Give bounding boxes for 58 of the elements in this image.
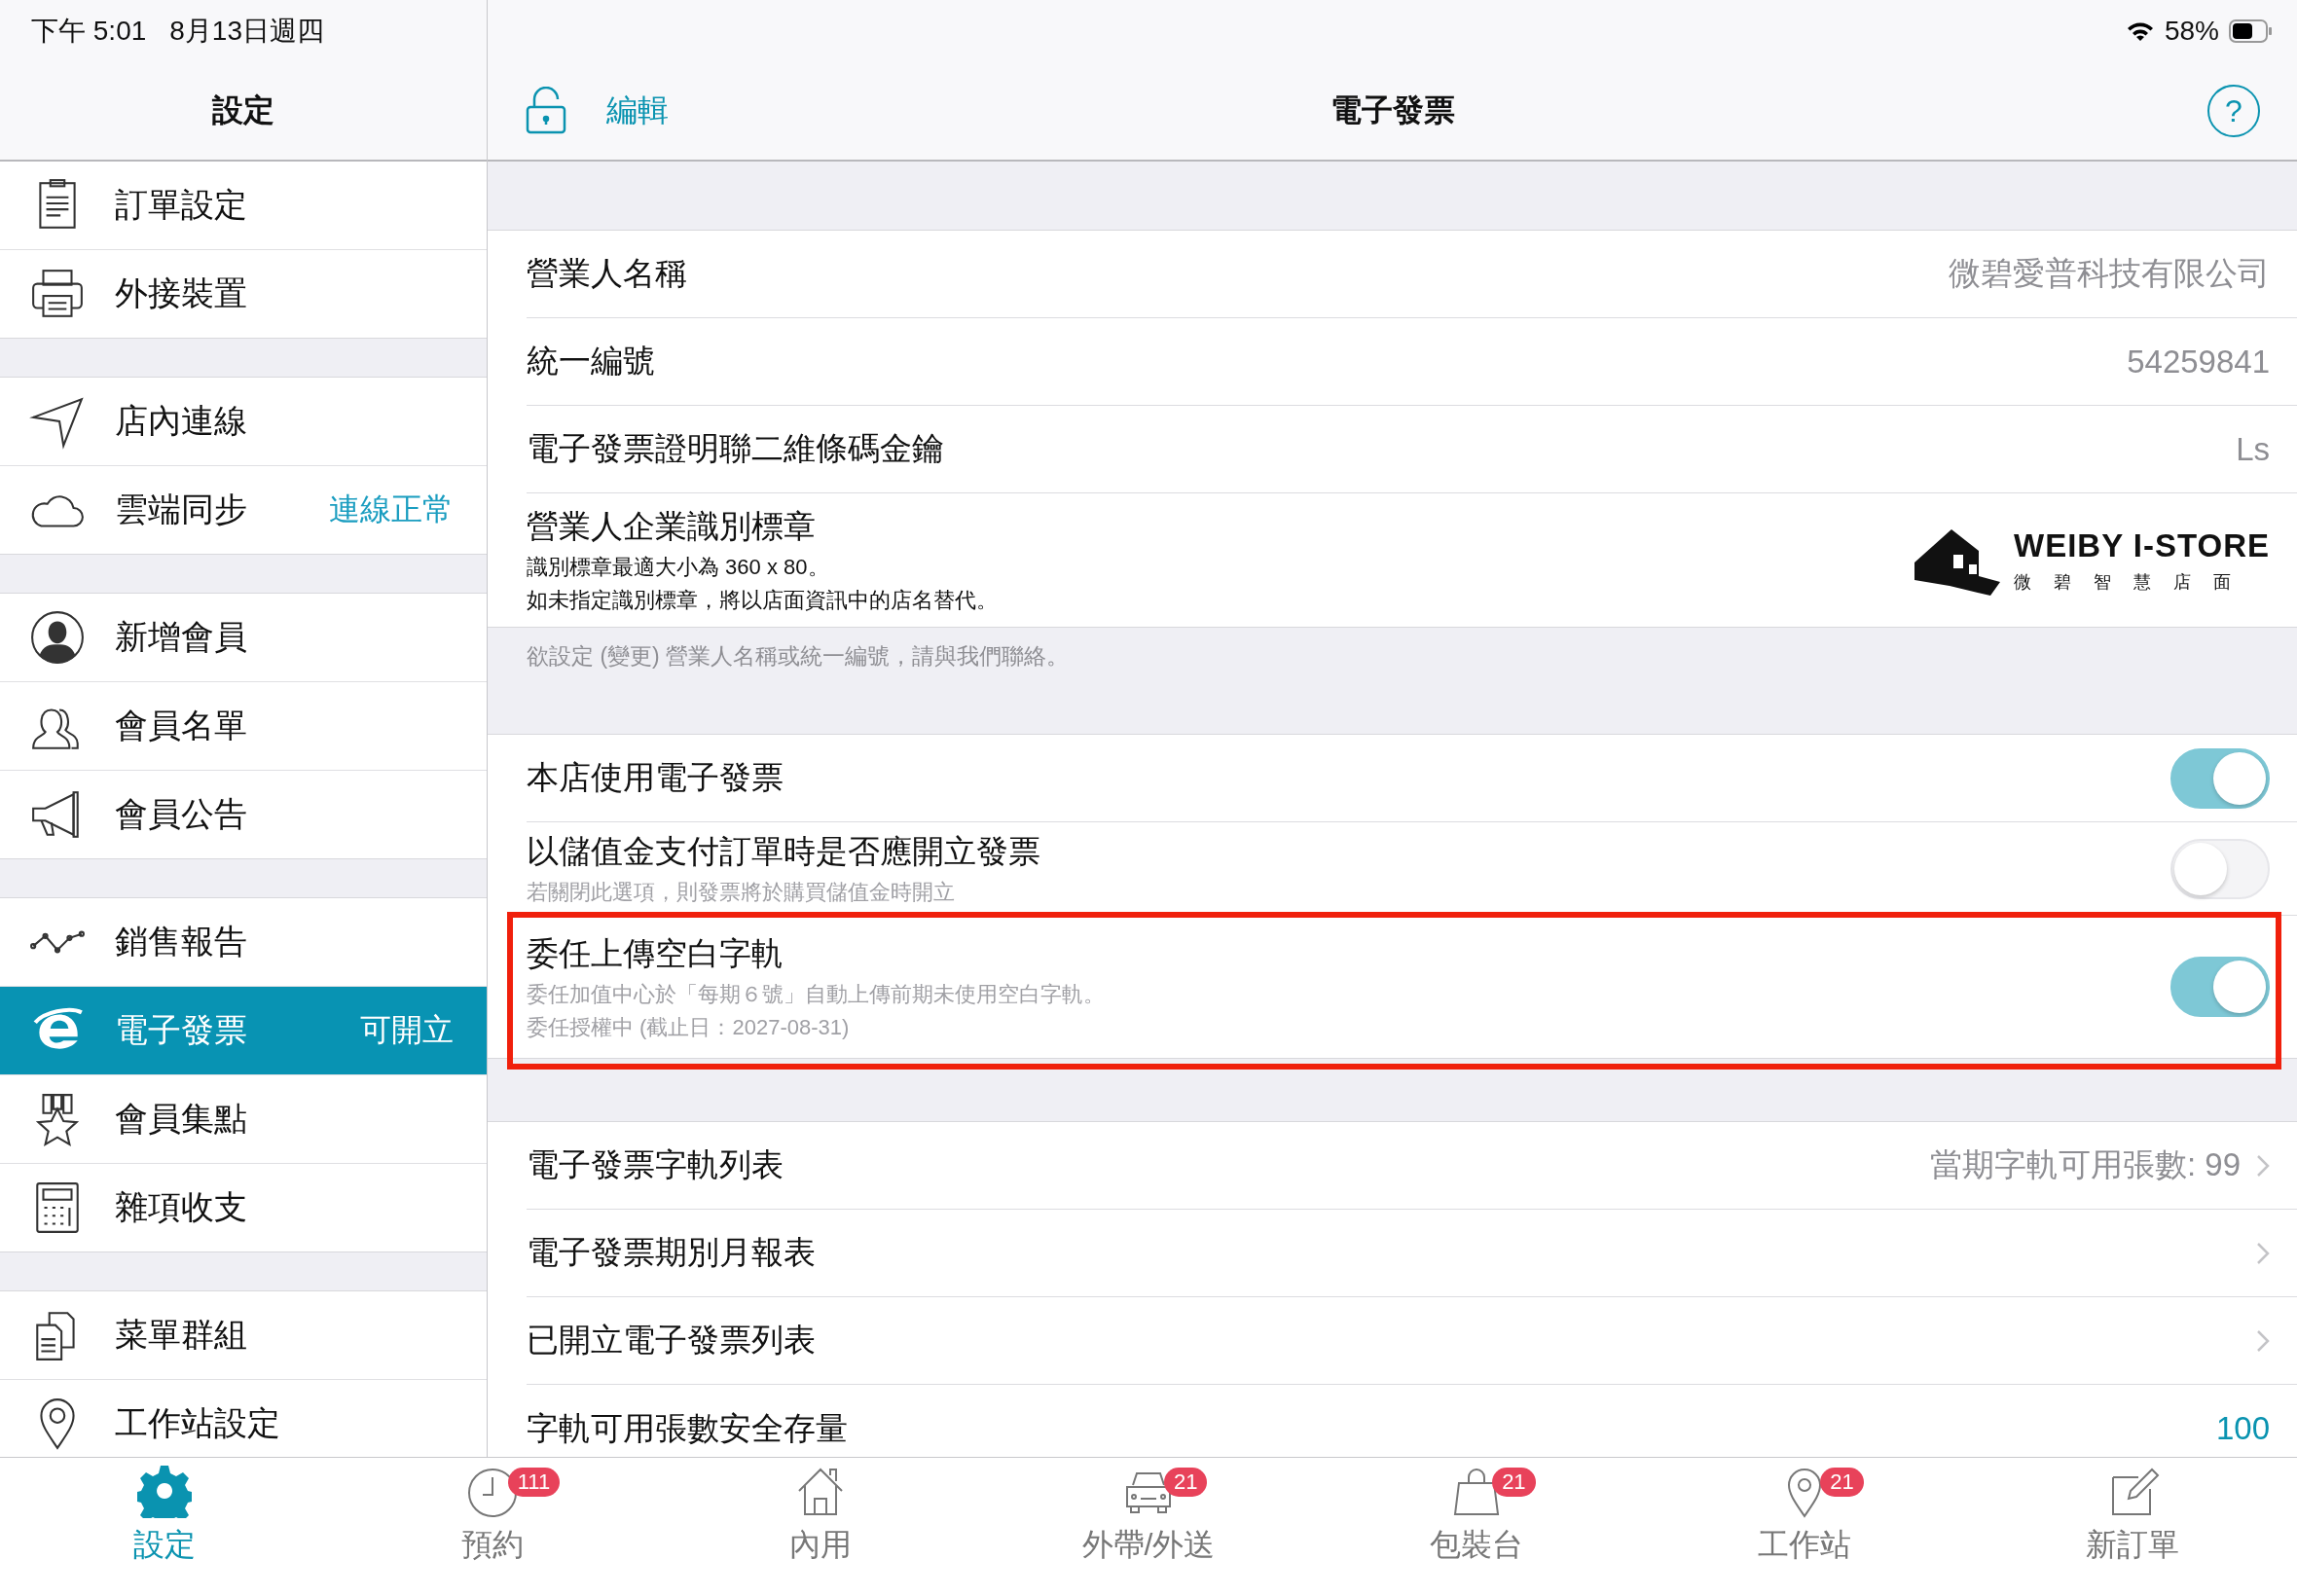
row-note: 若關閉此選項，則發票將於購買儲值金時開立: [527, 879, 956, 906]
chevron-icon[interactable]: [2256, 1153, 2270, 1178]
status-text: 可開立: [360, 1011, 455, 1049]
row-label: 字軌可用張數安全存量: [527, 1408, 849, 1448]
row-value: 微碧愛普科技有限公司: [1949, 254, 2270, 293]
tab-item[interactable]: 21 包裝台: [1312, 1458, 1641, 1596]
row-value: 100: [2215, 1410, 2270, 1447]
row-note: 委任授權中 (截止日：2027-08-31): [527, 1013, 851, 1041]
row-label: 營業人名稱: [527, 254, 688, 293]
sidebar-item[interactable]: 外接裝置: [0, 250, 487, 338]
logo-title: WEIBY I-STORE: [2014, 526, 2270, 564]
logo-subtitle: 微碧智慧店面: [2014, 570, 2254, 594]
row-label: 本店使用電子發票: [527, 758, 784, 797]
count-badge: 21: [1492, 1468, 1536, 1497]
sidebar-item[interactable]: 雜項收支: [0, 1164, 487, 1251]
row-label: 電子發票期別月報表: [527, 1233, 817, 1272]
sidebar-item[interactable]: 新增會員: [0, 594, 487, 682]
section-footer: 欲設定 (變更) 營業人名稱或統一編號，請與我們聯絡。: [488, 628, 2297, 671]
sidebar-item[interactable]: 店內連線: [0, 378, 487, 466]
tab-item[interactable]: 21 外帶/外送: [984, 1458, 1313, 1596]
gear-icon: [136, 1464, 192, 1518]
status-date: 8月13日週四: [169, 15, 324, 48]
sidebar-item[interactable]: 電子發票 可開立: [0, 987, 487, 1075]
row-note: 識別標章最適大小為 360 x 80。: [527, 554, 830, 581]
sidebar-item[interactable]: 訂單設定: [0, 162, 487, 250]
sidebar-item[interactable]: 會員集點: [0, 1075, 487, 1164]
row-value: 當期字軌可用張數: 99: [1929, 1145, 2241, 1184]
row-label: 統一編號: [527, 342, 656, 381]
battery-percent: 58%: [2164, 16, 2219, 47]
row-value: Ls: [2236, 430, 2270, 468]
battery-icon: [2229, 19, 2274, 43]
chevron-icon[interactable]: [2256, 1241, 2270, 1265]
row-label: 以儲值金支付訂單時是否應開立發票: [527, 832, 1041, 871]
row-label: 已開立電子發票列表: [527, 1321, 817, 1360]
tab-item[interactable]: 21 工作站: [1640, 1458, 1969, 1596]
row-note: 委任加值中心於「每期６號」自動上傳前期未使用空白字軌。: [527, 980, 1106, 1008]
count-badge: 111: [507, 1468, 561, 1497]
row-note: 如未指定識別標章，將以店面資訊中的店名替代。: [527, 587, 999, 614]
sidebar-title: 設定: [211, 91, 275, 129]
count-badge: 21: [1820, 1468, 1864, 1497]
sidebar-item[interactable]: 會員名單: [0, 682, 487, 771]
count-badge: 21: [1164, 1468, 1208, 1497]
person-icon: [29, 609, 86, 666]
sidebar-item[interactable]: 菜單群組: [0, 1291, 487, 1380]
row-label: 電子發票字軌列表: [527, 1145, 784, 1184]
tab-item[interactable]: 內用: [656, 1458, 985, 1596]
chevron-icon[interactable]: [2256, 1328, 2270, 1353]
status-text: 連線正常: [329, 490, 455, 528]
tab-item[interactable]: 新訂單: [1968, 1458, 2297, 1596]
row-label: 電子發票證明聯二維條碼金鑰: [527, 429, 945, 468]
row-label: 營業人企業識別標章: [527, 507, 817, 546]
row-label: 委任上傳空白字軌: [527, 933, 784, 973]
row-value: 54259841: [2127, 343, 2270, 381]
status-time: 下午 5:01: [31, 15, 147, 48]
sidebar-item[interactable]: 會員公告: [0, 771, 487, 858]
page-title: 電子發票: [1329, 91, 1456, 129]
sidebar-item[interactable]: 雲端同步 連線正常: [0, 466, 487, 554]
lock-icon[interactable]: [525, 87, 567, 135]
